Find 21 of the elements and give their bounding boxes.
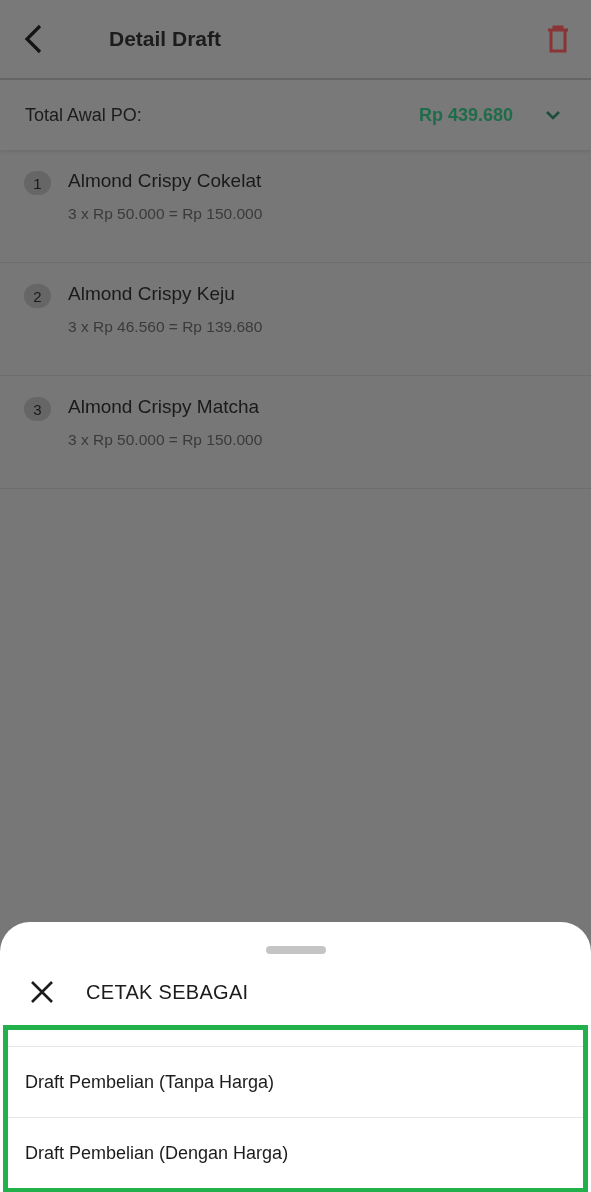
item-price: 3 x Rp 50.000 = Rp 150.000 <box>68 431 264 449</box>
item-name: Almond Crispy Matcha <box>68 396 261 419</box>
item-number: 2 <box>24 284 51 308</box>
item-price: 3 x Rp 46.560 = Rp 139.680 <box>68 318 264 336</box>
item-number: 1 <box>24 171 51 195</box>
chevron-down-icon[interactable] <box>545 110 561 120</box>
item-name: Almond Crispy Keju <box>68 283 236 306</box>
close-icon <box>30 980 54 1004</box>
back-button[interactable] <box>22 24 44 54</box>
item-price: 3 x Rp 50.000 = Rp 150.000 <box>68 205 264 223</box>
item-name: Almond Crispy Cokelat <box>68 170 263 193</box>
sheet-title: CETAK SEBAGAI <box>86 980 249 1004</box>
drag-handle[interactable] <box>265 946 326 954</box>
total-amount: Rp 439.680 <box>418 104 513 126</box>
total-label: Total Awal PO: <box>25 104 143 126</box>
trash-icon <box>547 25 569 53</box>
item-number: 3 <box>24 397 51 421</box>
back-icon <box>22 24 44 54</box>
close-button[interactable] <box>30 980 54 1004</box>
delete-button[interactable] <box>547 25 569 53</box>
page-title: Detail Draft <box>109 27 223 51</box>
